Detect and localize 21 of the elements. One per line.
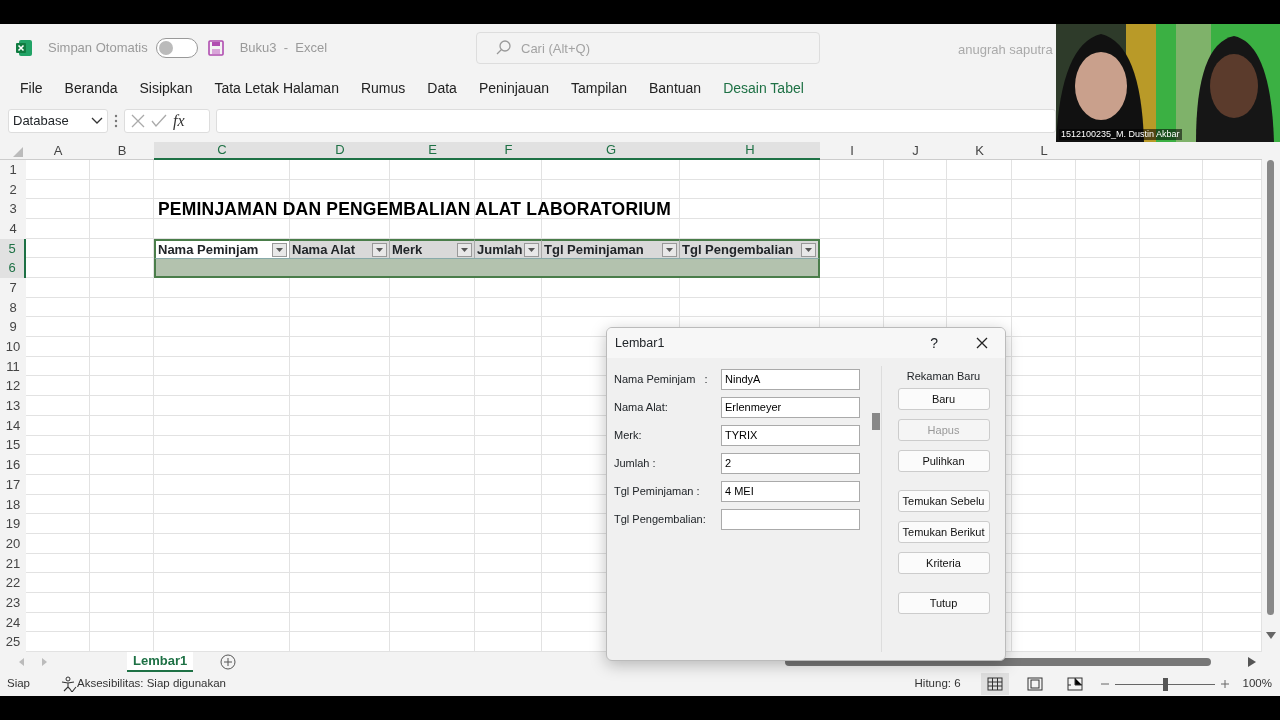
field-label: Tgl Pengembalian: [614, 511, 707, 527]
participant-name: 1512100235_M. Dustin Akbar [1059, 129, 1182, 140]
table-header: Tgl Pengembalian [682, 240, 794, 259]
field-label: Jumlah : [614, 455, 657, 471]
dialog-title: Lembar1 [615, 334, 665, 352]
autosave-label: Simpan Otomatis [48, 39, 148, 58]
status-text: Siap [7, 676, 31, 692]
field-label: Tgl Peminjaman : [614, 483, 701, 499]
record-status: Rekaman Baru [906, 369, 981, 384]
field-label: Nama Peminjam : [614, 371, 709, 387]
table-header: Nama Alat [292, 240, 356, 259]
sheet-title: PEMINJAMAN DAN PENGEMBALIAN ALAT LABORATORIUM [157, 198, 671, 222]
table-header: Jumlah [477, 240, 523, 259]
field-label: Merk: [614, 427, 643, 443]
table-header: Merk [392, 240, 423, 259]
document-title: Buku3 - Excel [239, 39, 328, 58]
count-status: Hitung: 6 [914, 676, 961, 692]
table-header: Nama Peminjam [158, 240, 259, 259]
field-label: Nama Alat: [614, 399, 669, 415]
user-name: anugrah saputra [958, 41, 1053, 59]
table-header: Tgl Peminjaman [544, 240, 644, 259]
